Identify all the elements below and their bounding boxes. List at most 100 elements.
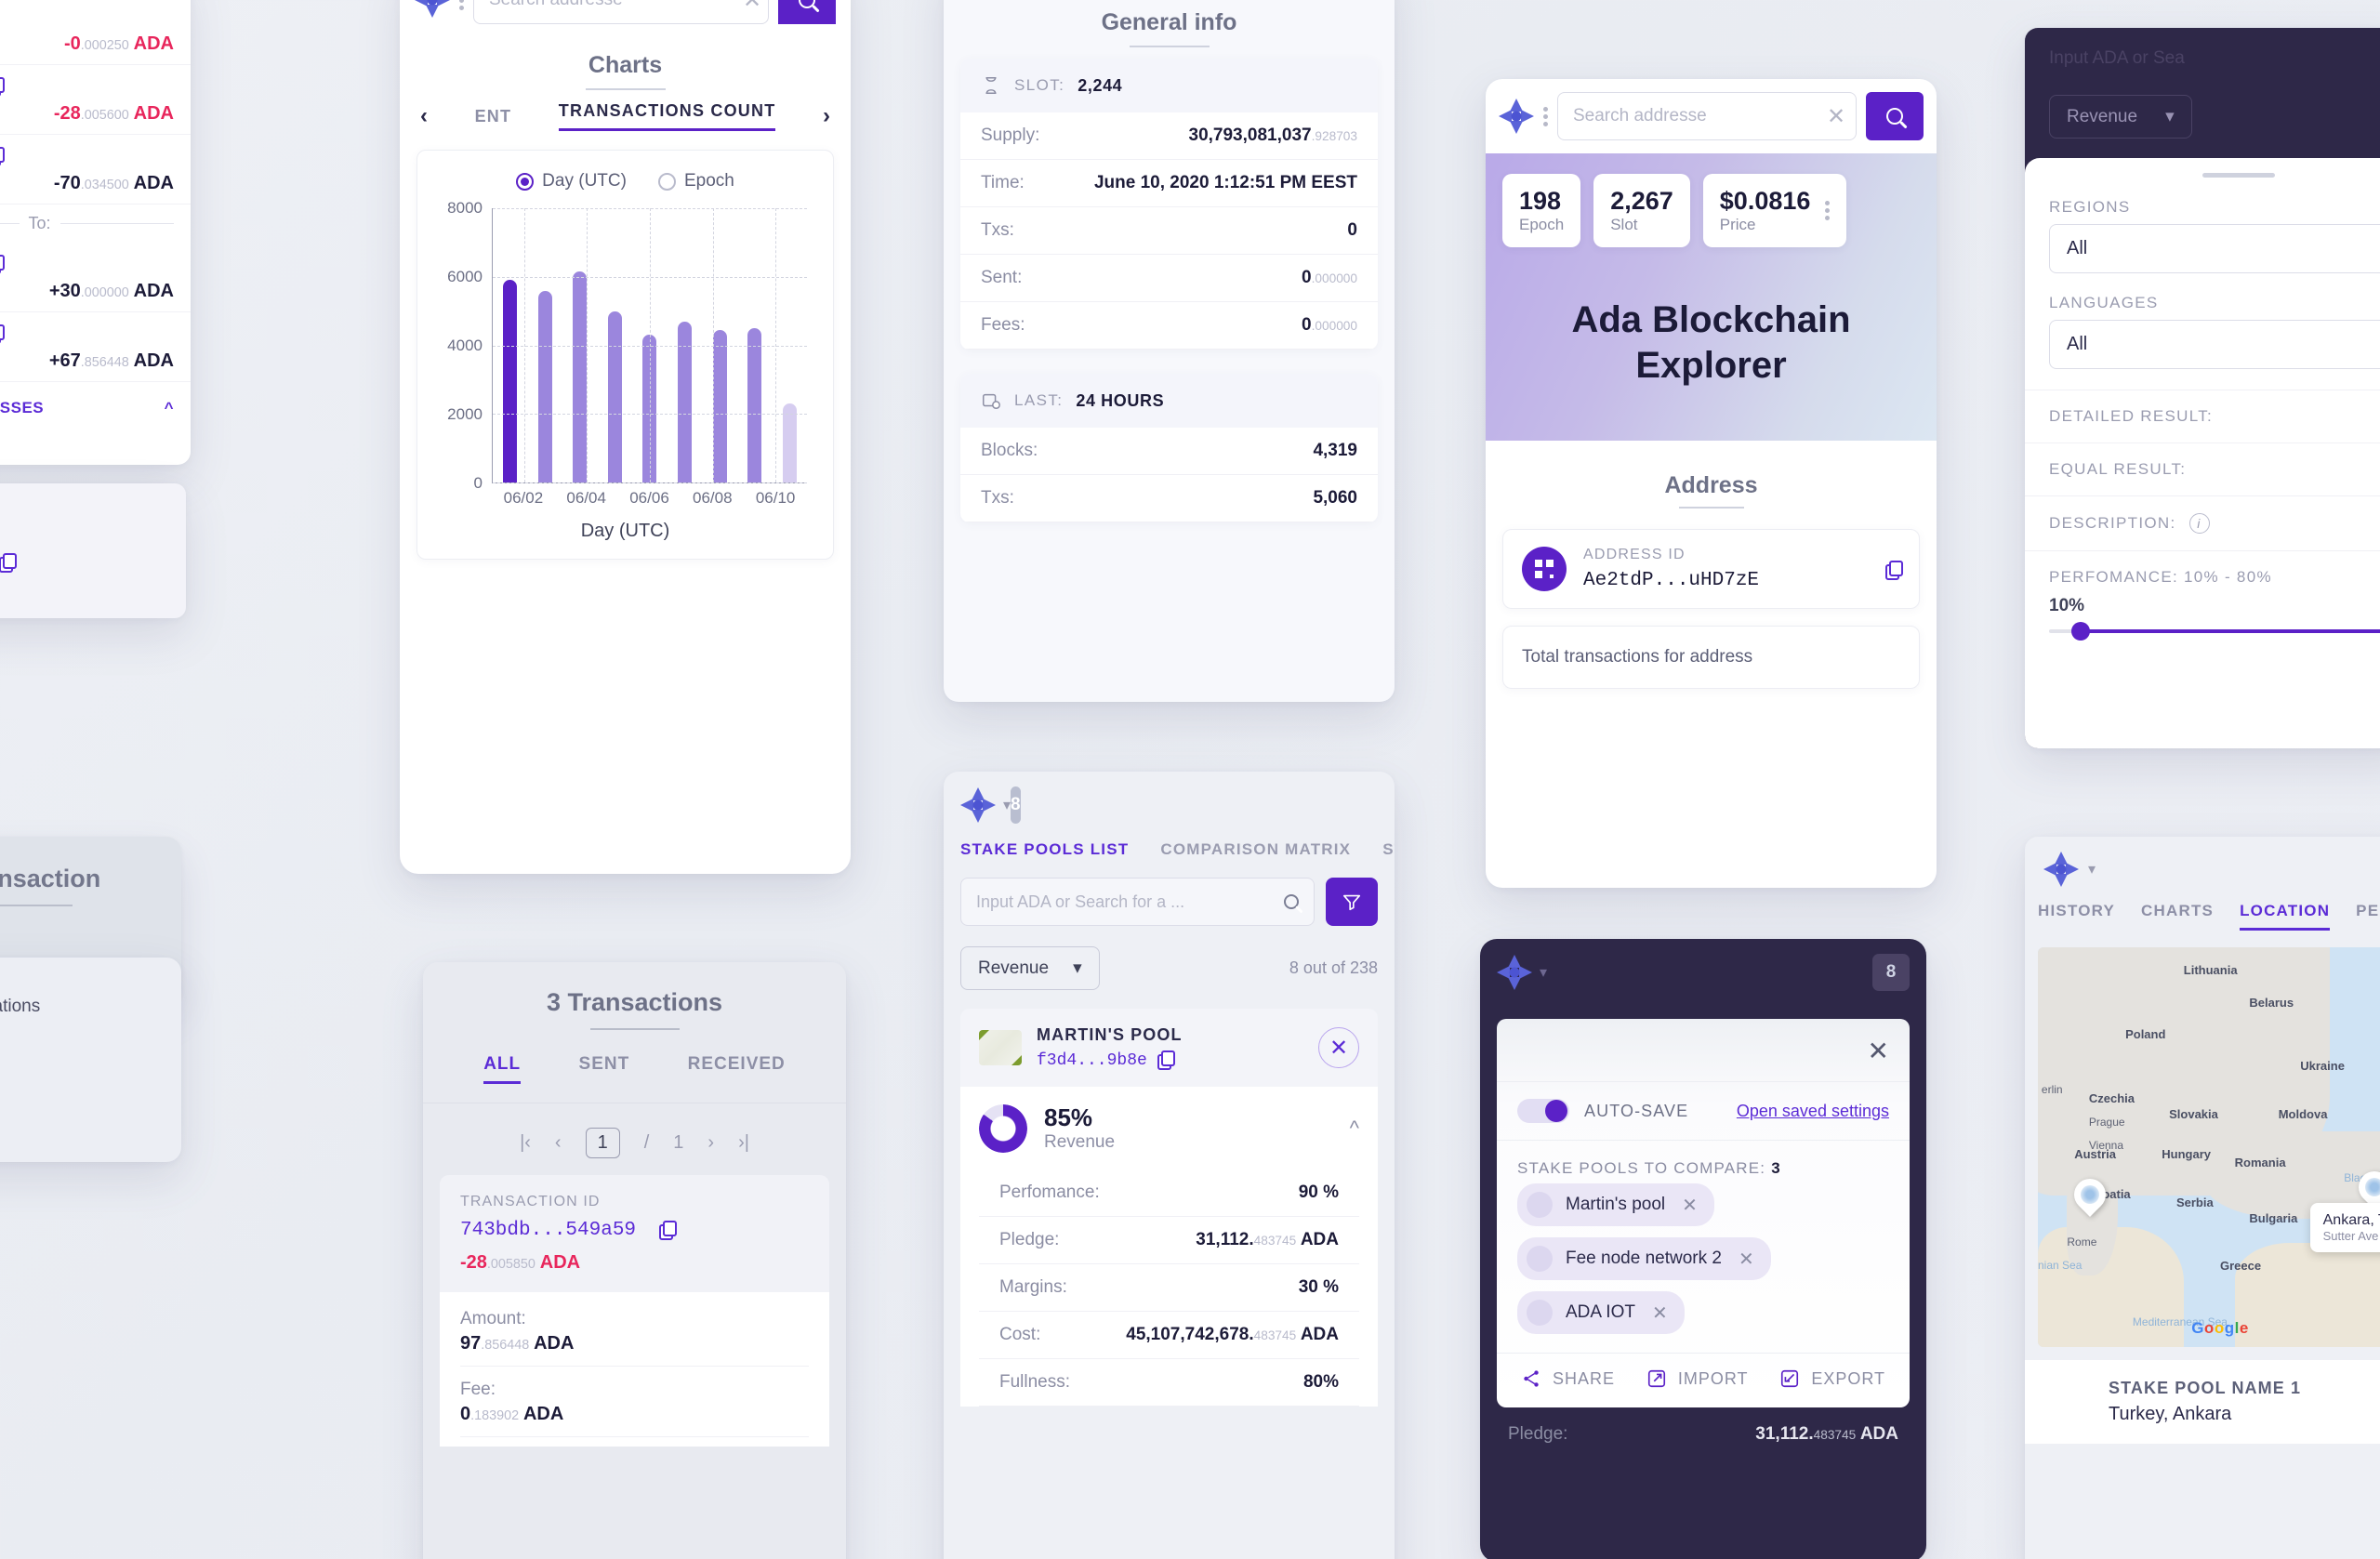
next-chart-icon[interactable]: › xyxy=(823,103,830,129)
tab-sta[interactable]: STA xyxy=(1382,840,1395,859)
tab-transactions-count[interactable]: TRANSACTIONS COUNT xyxy=(558,101,776,131)
remove-pool-button[interactable]: ✕ xyxy=(1318,1027,1359,1068)
tab-pe[interactable]: PE xyxy=(2356,902,2379,931)
pool-hash[interactable]: f3d4...9b8e xyxy=(1037,1050,1183,1070)
compare-chip[interactable]: ADA IOT ✕ xyxy=(1517,1291,1685,1334)
chart-bar[interactable] xyxy=(607,310,622,482)
chart-bar[interactable] xyxy=(747,328,762,482)
compare-chip[interactable]: Fee node network 2 ✕ xyxy=(1517,1237,1771,1280)
stat-slot[interactable]: 2,267 Slot xyxy=(1593,174,1690,247)
pool-revenue-row[interactable]: 85% Revenue ^ xyxy=(960,1087,1378,1169)
equal-result-row[interactable]: EQUAL RESULT: xyxy=(2025,443,2380,495)
copy-icon[interactable] xyxy=(659,1221,678,1240)
clear-search-icon[interactable]: ✕ xyxy=(1816,103,1856,130)
prev-page-icon[interactable]: ‹ xyxy=(555,1132,562,1154)
radio-epoch[interactable]: Epoch xyxy=(657,171,734,192)
detailed-result-row[interactable]: DETAILED RESULT: xyxy=(2025,390,2380,443)
address-row[interactable]: .uHD7zE -28.005600 ADA xyxy=(0,65,191,135)
chevron-down-icon[interactable]: ▾ xyxy=(1003,796,1011,814)
compass-logo-icon[interactable] xyxy=(415,0,450,18)
compare-badge[interactable]: 8 xyxy=(1011,786,1021,824)
address-id-box[interactable]: ADDRESS ID Ae2tdP...uHD7zE xyxy=(1502,528,1920,609)
transaction-id-value[interactable]: .e12c3d xyxy=(0,552,169,574)
sort-select[interactable]: Revenue ▾ xyxy=(960,946,1100,990)
transaction-row[interactable]: TRANSACTION ID 743bdb...549a59 -28.00585… xyxy=(440,1175,829,1292)
filters-sort-select[interactable]: Revenue ▾ xyxy=(2049,95,2192,139)
import-button[interactable]: IMPORT xyxy=(1646,1368,1749,1389)
stat-price[interactable]: $0.0816 Price xyxy=(1702,174,1847,247)
map-callout[interactable]: Ankara, Tu Sutter Ave xyxy=(2309,1203,2380,1253)
tab-sent[interactable]: SENT xyxy=(579,1054,630,1084)
tab-charts[interactable]: CHARTS xyxy=(2141,902,2214,931)
compass-logo-icon[interactable] xyxy=(2043,852,2079,887)
search-button[interactable] xyxy=(1866,92,1924,140)
chart-bar[interactable] xyxy=(782,403,797,482)
search-input[interactable] xyxy=(1558,106,1816,126)
compass-logo-icon[interactable] xyxy=(960,787,996,823)
chip-remove-icon[interactable]: ✕ xyxy=(1739,1248,1754,1271)
close-sheet-button[interactable]: ✕ xyxy=(1497,1019,1910,1082)
autosave-toggle[interactable] xyxy=(1517,1099,1569,1123)
tab-received[interactable]: RECEIVED xyxy=(688,1054,786,1084)
search-button[interactable] xyxy=(778,0,836,24)
tab-location[interactable]: LOCATION xyxy=(2240,902,2331,931)
search-box[interactable]: ✕ xyxy=(473,0,769,24)
all-addresses-toggle[interactable]: ALL ADDRESSES ^ xyxy=(0,382,191,434)
kebab-menu-icon[interactable] xyxy=(1825,198,1831,223)
compass-logo-icon[interactable] xyxy=(1497,955,1532,990)
description-row[interactable]: DESCRIPTION: i xyxy=(2025,495,2380,550)
kebab-menu-icon[interactable] xyxy=(459,0,464,13)
filters-search-placeholder[interactable]: Input ADA or Sea xyxy=(2049,48,2380,69)
performance-range-slider[interactable]: 10% 80% xyxy=(2025,590,2380,641)
tab-history[interactable]: HISTORY xyxy=(2038,902,2115,931)
search-box[interactable]: ✕ xyxy=(1557,92,1857,140)
copy-icon[interactable] xyxy=(1157,1050,1175,1070)
tab-previous[interactable]: ENT xyxy=(475,107,512,126)
address-row[interactable]: .7UszLB +67.856448 ADA xyxy=(0,312,191,382)
search-icon[interactable] xyxy=(1284,894,1299,909)
map-pool-footer[interactable]: STAKE POOL NAME 1 Turkey, Ankara xyxy=(2025,1360,2380,1444)
copy-icon[interactable] xyxy=(0,147,6,166)
chevron-down-icon[interactable]: ▾ xyxy=(1540,963,1547,982)
sheet-grab-handle[interactable] xyxy=(2202,173,2275,178)
address-row[interactable]: .9nyyzZ -70.034500 ADA xyxy=(0,135,191,205)
stat-epoch[interactable]: 198 Epoch xyxy=(1502,174,1581,247)
export-button[interactable]: EXPORT xyxy=(1779,1368,1885,1389)
qr-code-icon[interactable] xyxy=(1522,546,1567,591)
compare-chip[interactable]: Martin's pool ✕ xyxy=(1517,1183,1714,1226)
filter-button[interactable] xyxy=(1326,878,1378,926)
compare-badge[interactable]: 8 xyxy=(1872,954,1910,991)
clear-search-icon[interactable]: ✕ xyxy=(732,0,768,14)
first-page-icon[interactable]: |‹ xyxy=(520,1132,531,1154)
info-icon[interactable]: i xyxy=(2188,513,2210,534)
copy-icon[interactable] xyxy=(0,255,6,274)
copy-icon[interactable] xyxy=(0,77,6,97)
chart-bar[interactable] xyxy=(573,271,588,482)
chip-remove-icon[interactable]: ✕ xyxy=(1652,1301,1668,1325)
copy-icon[interactable] xyxy=(0,324,6,344)
search-input[interactable] xyxy=(474,0,732,10)
current-page-input[interactable]: 1 xyxy=(585,1128,620,1158)
tab-stake-pools-list[interactable]: STAKE POOLS LIST xyxy=(960,840,1129,859)
last-page-icon[interactable]: ›| xyxy=(738,1132,749,1154)
share-button[interactable]: SHARE xyxy=(1521,1368,1615,1389)
transaction-id-value[interactable]: 743bdb...549a59 xyxy=(460,1220,809,1241)
pool-search-input[interactable]: Input ADA or Search for a ... xyxy=(960,878,1315,926)
kebab-menu-icon[interactable] xyxy=(1543,104,1548,129)
chart-bar[interactable] xyxy=(537,290,552,482)
chevron-up-icon[interactable]: ^ xyxy=(165,399,174,417)
location-map[interactable]: Lithuania Belarus Poland Ukraine Czechia Slov… xyxy=(2038,947,2380,1347)
chevron-down-icon[interactable]: ▾ xyxy=(2088,860,2096,879)
address-row[interactable]: .tb5QAf +30.000000 ADA xyxy=(0,243,191,312)
pool-header[interactable]: MARTIN'S POOL f3d4...9b8e ✕ xyxy=(960,1009,1378,1087)
tab-all[interactable]: ALL xyxy=(483,1054,522,1084)
slider-knob-min[interactable] xyxy=(2071,622,2091,641)
chevron-up-icon[interactable]: ^ xyxy=(1350,1116,1359,1141)
copy-icon[interactable] xyxy=(0,553,17,573)
chip-remove-icon[interactable]: ✕ xyxy=(1682,1194,1698,1217)
prev-chart-icon[interactable]: ‹ xyxy=(420,103,428,129)
open-saved-settings-link[interactable]: Open saved settings xyxy=(1737,1102,1889,1121)
languages-select[interactable]: All xyxy=(2049,320,2380,369)
tab-comparison-matrix[interactable]: COMPARISON MATRIX xyxy=(1160,840,1351,859)
copy-icon[interactable] xyxy=(1885,560,1903,580)
